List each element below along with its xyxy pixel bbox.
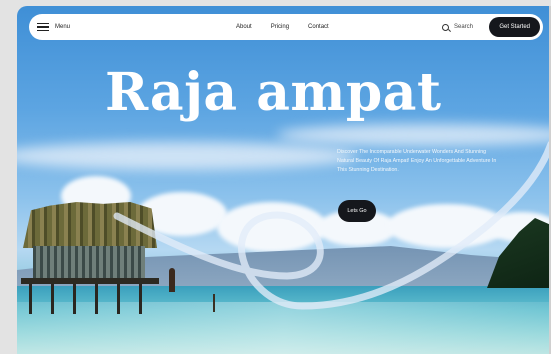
top-nav: Menu About Pricing Contact Search Get St… xyxy=(29,14,543,40)
menu-button[interactable]: Menu xyxy=(37,14,70,40)
get-started-button[interactable]: Get Started xyxy=(489,17,540,37)
nav-link-pricing[interactable]: Pricing xyxy=(271,24,289,30)
search-icon xyxy=(442,23,449,31)
hero-description: Discover The Incomparable Underwater Won… xyxy=(337,149,497,173)
search-label: Search xyxy=(454,24,474,30)
decorative-ribbon xyxy=(113,140,551,310)
hero-title: Raja ampat xyxy=(105,62,442,123)
hamburger-icon xyxy=(37,23,49,31)
hero-section: Menu About Pricing Contact Search Get St… xyxy=(17,6,551,354)
nav-link-contact[interactable]: Contact xyxy=(308,24,329,30)
menu-label: Menu xyxy=(55,24,71,30)
search-button[interactable]: Search xyxy=(442,14,473,40)
nav-links: About Pricing Contact xyxy=(236,14,329,40)
lets-go-button[interactable]: Lets Go xyxy=(338,200,376,222)
nav-link-about[interactable]: About xyxy=(236,24,252,30)
